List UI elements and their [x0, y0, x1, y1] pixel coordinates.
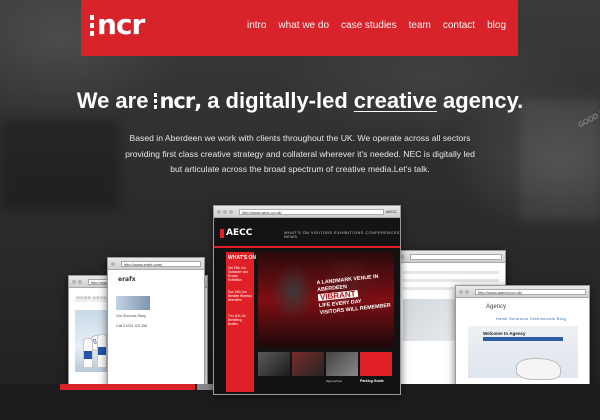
- background-blur-left: [0, 120, 120, 210]
- browser-tab: AECC: [385, 209, 397, 214]
- address-bar: http://www.erafx.com/: [121, 260, 201, 267]
- milk-bottle-icon: [97, 334, 107, 368]
- aecc-divider: [214, 246, 400, 248]
- mockup-line: [403, 271, 499, 274]
- nav-item-case-studies[interactable]: case studies: [341, 20, 397, 31]
- browser-chrome: http://www.agency.co.uk/: [456, 286, 589, 298]
- agency-sub-bar: [483, 337, 563, 341]
- headline-prefix: We are: [76, 88, 149, 113]
- aecc-topbar: AECC WHAT'S ON VISITORS EXHIBITIONS CONF…: [214, 218, 400, 246]
- aecc-event-item: Sun 16th Jun Breathe Warmup Aberdeen: [228, 290, 252, 302]
- nav-item-intro[interactable]: intro: [247, 20, 266, 31]
- aecc-thumbnail: [258, 352, 290, 376]
- headline-creative: creative: [353, 88, 437, 113]
- agency-title: Agency: [486, 304, 507, 310]
- aecc-thumbnail: [292, 352, 324, 376]
- address-bar: http://www.aecc.co.uk/: [239, 208, 384, 215]
- mockup-caption: Call 01224 123 456: [116, 324, 148, 328]
- main-nav: intro what we do case studies team conta…: [247, 20, 506, 31]
- mockup-thumbnail: [116, 296, 150, 310]
- browser-chrome: [397, 251, 505, 263]
- browser-chrome: http://www.aecc.co.uk/ AECC: [214, 206, 400, 218]
- agency-banner: Welcome to Agency: [483, 331, 526, 336]
- site-header: ncr intro what we do case studies team c…: [81, 0, 518, 56]
- window-dot-icon: [217, 209, 221, 214]
- milk-bottle-icon: [83, 338, 93, 368]
- aecc-thumbnail: [360, 352, 392, 376]
- nav-item-team[interactable]: team: [409, 20, 431, 31]
- logo-bars-icon: [90, 14, 94, 36]
- headline-mid: a digitally-led: [207, 88, 348, 113]
- nav-item-blog[interactable]: blog: [487, 20, 506, 31]
- mockup-page: AECC WHAT'S ON VISITORS EXHIBITIONS CONF…: [214, 218, 400, 394]
- aecc-logo: AECC: [226, 228, 253, 238]
- window-dot-icon: [465, 289, 469, 294]
- address-bar: http://www.agency.co.uk/: [475, 288, 586, 295]
- window-dot-icon: [111, 261, 115, 266]
- aecc-whats-on-title: WHAT'S ON: [228, 255, 257, 261]
- hero-headline: We are ncr, a digitally-led creative age…: [0, 88, 600, 114]
- aecc-thumbnail-caption: Parking Guide: [360, 379, 384, 383]
- hero-intro: Based in Aberdeen we work with clients t…: [125, 133, 475, 174]
- mockup-erafx-site: http://www.erafx.com/ erafx Our Success …: [107, 257, 205, 387]
- mockup-caption: Our Success Story: [116, 314, 146, 318]
- agency-nav: Home Solutions Testimonials Blog: [496, 317, 567, 321]
- headline-suffix: agency.: [442, 88, 524, 113]
- headline-brand: ncr,: [154, 89, 202, 113]
- aecc-thumbnail-caption: Approaches: [326, 379, 343, 383]
- aecc-thumbnails: Approaches Parking Guide: [258, 352, 394, 394]
- site-logo[interactable]: ncr: [90, 8, 145, 41]
- erafx-logo: erafx: [118, 276, 136, 283]
- aecc-menu: WHAT'S ON VISITORS EXHIBITIONS CONFERENC…: [284, 231, 400, 239]
- window-dot-icon: [72, 279, 76, 284]
- horse-illustration-icon: [516, 358, 561, 380]
- window-dot-icon: [223, 209, 227, 214]
- logo-text: ncr: [97, 8, 145, 41]
- aecc-thumbnail: [326, 352, 358, 376]
- nav-item-contact[interactable]: contact: [443, 20, 475, 31]
- mockup-page: erafx Our Success Story Call 01224 123 4…: [108, 270, 204, 386]
- address-bar: [410, 253, 502, 260]
- strip-segment-red: [60, 384, 195, 390]
- aecc-event-item: Thu 11th Jul Breathing Bodies: [228, 314, 246, 326]
- headline-separator: ,: [194, 89, 202, 113]
- nav-item-what-we-do[interactable]: what we do: [278, 20, 329, 31]
- window-dot-icon: [459, 289, 463, 294]
- aecc-logo-bar-icon: [220, 229, 224, 238]
- aecc-event-item: Sat 15th Jun Outlander and Ecosia Exhibi…: [228, 266, 249, 282]
- headline-brand-text: ncr: [159, 89, 195, 113]
- browser-chrome: http://www.erafx.com/: [108, 258, 204, 270]
- window-dot-icon: [78, 279, 82, 284]
- mockup-aecc-site: http://www.aecc.co.uk/ AECC AECC WHAT'S …: [213, 205, 401, 395]
- brand-bars-icon: [154, 93, 158, 109]
- window-dot-icon: [229, 209, 233, 214]
- mockup-line: [403, 279, 499, 282]
